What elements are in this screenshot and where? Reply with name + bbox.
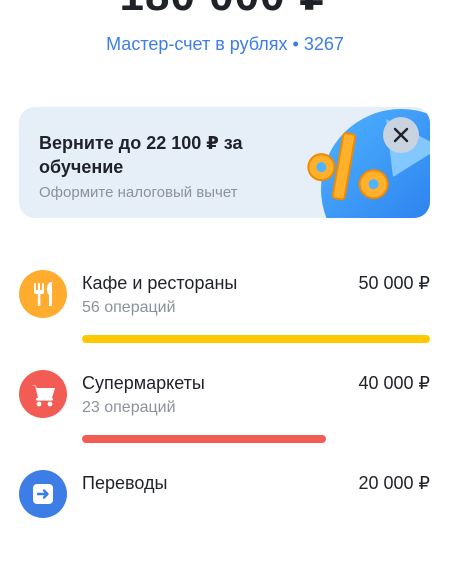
category-name: Переводы (82, 473, 168, 493)
account-selector[interactable]: Мастер-счет в рублях • 3267 (0, 34, 450, 55)
category-progress-fill (82, 435, 326, 443)
category-row-supermarkets[interactable]: Супермаркеты 23 операций 40 000 ₽ (0, 370, 450, 470)
category-amount: 20 000 ₽ (358, 473, 430, 493)
category-progress-bar (82, 335, 430, 343)
category-progress-fill (82, 335, 430, 343)
fork-knife-icon (19, 270, 67, 318)
close-icon[interactable] (383, 117, 419, 153)
category-row-cafe[interactable]: Кафе и рестораны 56 операций 50 000 ₽ (0, 270, 450, 370)
category-amount: 50 000 ₽ (358, 273, 430, 293)
category-name: Кафе и рестораны (82, 273, 238, 293)
category-amount: 40 000 ₽ (358, 373, 430, 393)
cart-icon (19, 370, 67, 418)
tax-deduction-promo-card[interactable]: Верните до 22 100 ₽ за обучение Оформите… (19, 107, 430, 218)
promo-title: Верните до 22 100 ₽ за обучение (39, 133, 243, 177)
category-count: 23 операций (82, 399, 176, 416)
category-progress-bar (82, 435, 430, 443)
transfer-icon (19, 470, 67, 518)
account-balance: 180 000 ₽ (0, 0, 450, 21)
category-row-transfers[interactable]: Переводы 20 000 ₽ (0, 470, 450, 570)
promo-subtitle: Оформите налоговый вычет (39, 184, 238, 201)
category-count: 56 операций (82, 299, 176, 316)
category-name: Супермаркеты (82, 373, 205, 393)
